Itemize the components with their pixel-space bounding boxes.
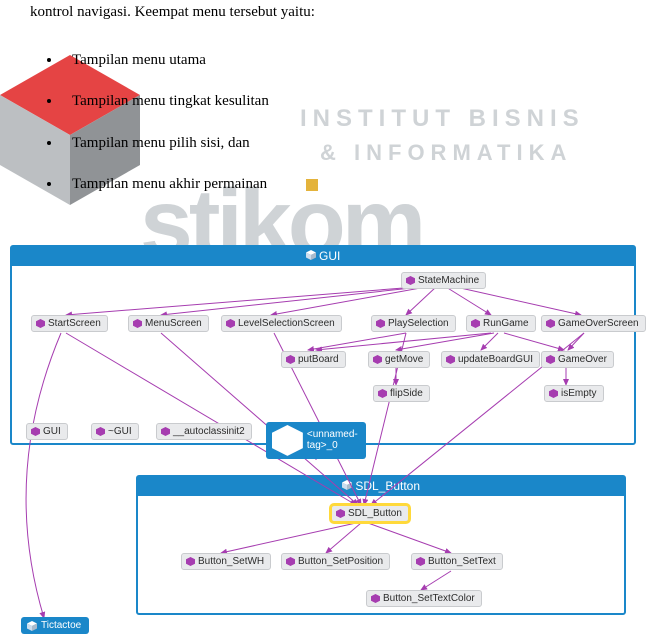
- watermark-line2: & INFORMATIKA: [320, 140, 572, 166]
- hex-purple-icon: [371, 594, 380, 603]
- node-isempty[interactable]: isEmpty: [544, 385, 604, 402]
- node-tictactoe[interactable]: Tictactoe: [21, 617, 89, 634]
- hex-purple-icon: [471, 319, 480, 328]
- hex-purple-icon: [373, 355, 382, 364]
- bullet-item: Tampilan menu utama: [72, 52, 206, 68]
- node-putboard[interactable]: putBoard: [281, 351, 346, 368]
- node-levelselection[interactable]: LevelSelectionScreen: [221, 315, 342, 332]
- hex-purple-icon: [161, 427, 170, 436]
- intro-text: kontrol navigasi. Keempat menu tersebut …: [30, 0, 315, 26]
- hex-purple-icon: [226, 319, 235, 328]
- node-updateboardgui[interactable]: updateBoardGUI: [441, 351, 540, 368]
- hex-purple-icon: [549, 389, 558, 398]
- hex-purple-icon: [416, 557, 425, 566]
- hex-purple-icon: [186, 557, 195, 566]
- node-playselection[interactable]: PlaySelection: [371, 315, 456, 332]
- panel-gui-title: GUI: [12, 247, 634, 266]
- hex-purple-icon: [546, 355, 555, 364]
- node-sdl-button[interactable]: SDL_Button: [331, 505, 409, 522]
- bullet-item: Tampilan menu akhir permainan: [72, 176, 267, 192]
- cubes-icon: [306, 250, 316, 260]
- node-menuscreen[interactable]: MenuScreen: [128, 315, 209, 332]
- hex-purple-icon: [446, 355, 455, 364]
- node-getmove[interactable]: getMove: [368, 351, 430, 368]
- hex-purple-icon: [546, 319, 555, 328]
- class-diagram: GUI SDL_Button: [6, 245, 642, 643]
- cubes-icon: [342, 480, 352, 490]
- hex-purple-icon: [378, 389, 387, 398]
- panel-gui: GUI: [10, 245, 636, 445]
- hex-purple-icon: [336, 509, 345, 518]
- node-button-settext[interactable]: Button_SetText: [411, 553, 503, 570]
- panel-sdl-title: SDL_Button: [138, 477, 624, 496]
- bullet-list: Tampilan menu utama Tampilan menu tingka…: [62, 48, 315, 198]
- bullet-item: Tampilan menu tingkat kesulitan: [72, 93, 269, 109]
- hex-purple-icon: [286, 355, 295, 364]
- node-gameover[interactable]: GameOver: [541, 351, 614, 368]
- hex-purple-icon: [406, 276, 415, 285]
- hex-purple-icon: [31, 427, 40, 436]
- node-dtor-gui[interactable]: ~GUI: [91, 423, 139, 440]
- node-flipside[interactable]: flipSide: [373, 385, 430, 402]
- node-unnamed-tag[interactable]: <unnamed-tag>_0: [266, 422, 366, 459]
- watermark-line1: INSTITUT BISNIS: [300, 105, 585, 133]
- hex-purple-icon: [376, 319, 385, 328]
- bullet-item: Tampilan menu pilih sisi, dan: [72, 135, 250, 151]
- cubes-icon: [27, 621, 37, 631]
- node-gui[interactable]: GUI: [26, 423, 68, 440]
- node-startscreen[interactable]: StartScreen: [31, 315, 108, 332]
- hex-purple-icon: [286, 557, 295, 566]
- node-button-setwh[interactable]: Button_SetWH: [181, 553, 271, 570]
- node-button-setposition[interactable]: Button_SetPosition: [281, 553, 390, 570]
- hex-purple-icon: [96, 427, 105, 436]
- node-autoclassinit[interactable]: __autoclassinit2: [156, 423, 252, 440]
- hex-purple-icon: [36, 319, 45, 328]
- node-button-settextcolor[interactable]: Button_SetTextColor: [366, 590, 482, 607]
- node-gameoverscreen[interactable]: GameOverScreen: [541, 315, 646, 332]
- hex-white-icon: [272, 425, 303, 456]
- node-statemachine[interactable]: StateMachine: [401, 272, 486, 289]
- hex-purple-icon: [133, 319, 142, 328]
- node-rungame[interactable]: RunGame: [466, 315, 536, 332]
